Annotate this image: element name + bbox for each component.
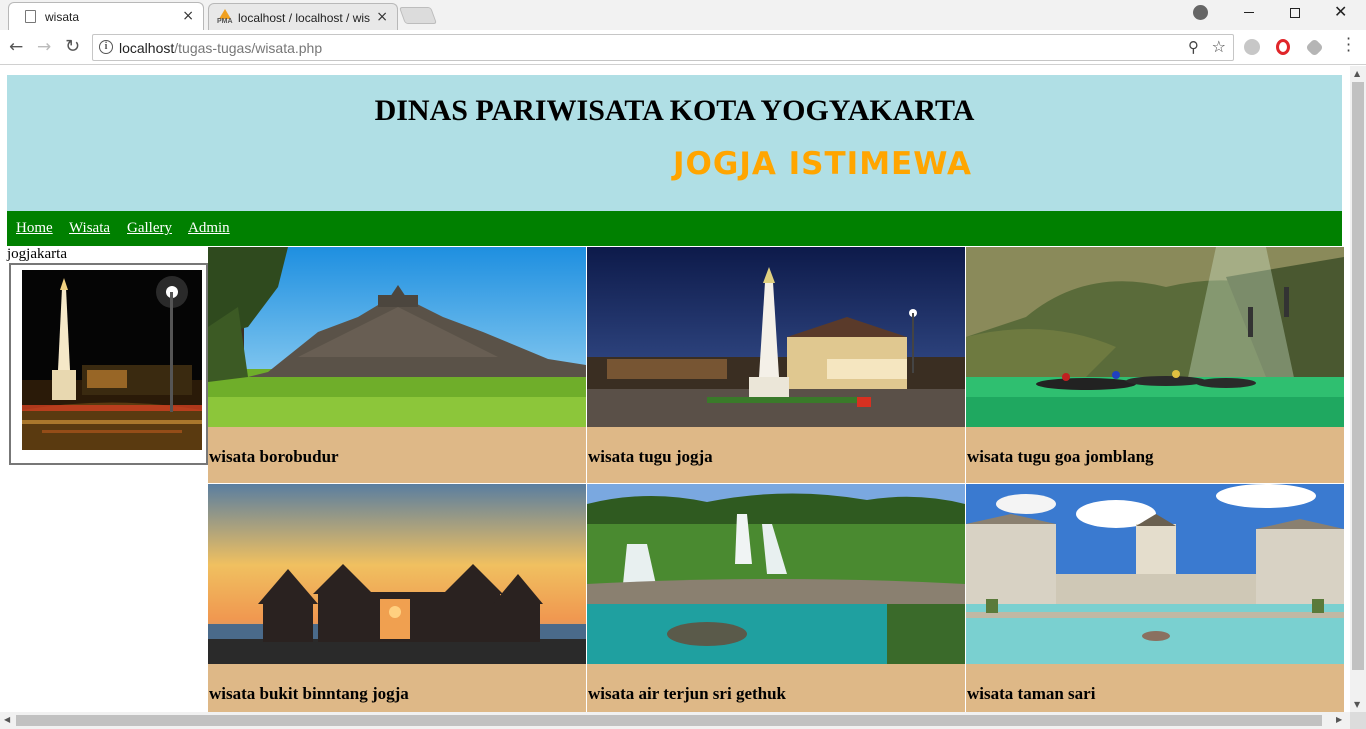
info-icon[interactable]: i [99,40,113,54]
goa-jomblang-cave-photo[interactable] [966,247,1344,427]
nav-link-gallery[interactable]: Gallery [127,220,172,237]
tab-wisata[interactable]: wisata × [8,2,204,30]
globe-icon[interactable] [1244,39,1260,55]
taman-sari-pool-photo[interactable] [966,484,1344,664]
card-caption[interactable]: wisata bukit binntang jogja [209,684,409,704]
scroll-left-icon[interactable]: ◀ [4,715,10,724]
card-caption[interactable]: wisata taman sari [967,684,1095,704]
scroll-up-icon[interactable]: ▲ [1354,69,1360,78]
back-icon[interactable]: ← [9,37,23,57]
nav-link-admin[interactable]: Admin [188,220,230,237]
scrollbar-thumb[interactable] [16,715,1322,726]
sidebar-frame [9,263,208,465]
card-caption[interactable]: wisata tugu goa jomblang [967,447,1154,467]
borobudur-temple-photo[interactable] [208,247,586,427]
nav-link-home[interactable]: Home [16,220,53,237]
scroll-right-icon[interactable]: ▶ [1336,715,1342,724]
tugu-monument-photo[interactable] [587,247,965,427]
tab-phpmyadmin[interactable]: PMA localhost / localhost / wisata × [208,3,398,31]
address-bar[interactable]: i localhost/tugas-tugas/wisata.php ⚲ ☆ [92,34,1234,61]
destination-card[interactable]: wisata tugu goa jomblang [966,247,1344,483]
forward-icon[interactable]: → [37,37,51,57]
sri-gethuk-waterfall-photo[interactable] [587,484,965,664]
zoom-icon[interactable]: ⚲ [1188,38,1199,56]
page-icon [25,10,36,23]
new-tab-button[interactable] [398,7,438,24]
destination-card[interactable]: wisata bukit binntang jogja [208,484,586,712]
main-nav: Home Wisata Gallery Admin [7,211,1342,246]
reload-icon[interactable]: ↻ [65,36,80,57]
tab-title: localhost / localhost / wisata [238,11,370,25]
tugu-jogja-night-photo [22,270,202,450]
nav-link-wisata[interactable]: Wisata [69,220,110,237]
sidebar-title: jogjakarta [7,246,67,262]
site-header: DINAS PARIWISATA KOTA YOGYAKARTA JOGJA I… [7,75,1342,211]
scrollbar-thumb[interactable] [1352,82,1364,670]
card-caption[interactable]: wisata tugu jogja [588,447,713,467]
tab-title: wisata [45,10,80,24]
scrollbar-corner [1350,712,1366,729]
ratu-boko-sunset-photo[interactable] [208,484,586,664]
destination-card[interactable]: wisata air terjun sri gethuk [587,484,965,712]
close-window-button[interactable]: ✕ [1334,2,1347,21]
extension-icon[interactable] [1305,38,1324,57]
opera-icon[interactable] [1276,39,1290,55]
page-title: DINAS PARIWISATA KOTA YOGYAKARTA [374,94,975,127]
menu-icon[interactable]: · · · [1346,31,1351,59]
tab-strip: wisata × PMA localhost / localhost / wis… [0,0,1366,31]
scroll-down-icon[interactable]: ▼ [1354,700,1360,709]
minimize-button[interactable] [1244,12,1254,13]
star-icon[interactable]: ☆ [1212,37,1226,56]
phpmyadmin-icon: PMA [217,9,233,25]
profile-icon[interactable] [1193,5,1208,20]
vertical-scrollbar[interactable]: ▲ ▼ [1350,66,1366,712]
destination-card[interactable]: wisata borobudur [208,247,586,483]
card-caption[interactable]: wisata air terjun sri gethuk [588,684,786,704]
maximize-button[interactable] [1290,8,1300,18]
close-tab-icon[interactable]: × [182,8,194,24]
destination-card[interactable]: wisata tugu jogja [587,247,965,483]
page-viewport: DINAS PARIWISATA KOTA YOGYAKARTA JOGJA I… [0,66,1350,712]
url-text[interactable]: localhost/tugas-tugas/wisata.php [119,40,322,56]
destination-card[interactable]: wisata taman sari [966,484,1344,712]
horizontal-scrollbar[interactable]: ◀ ▶ [0,712,1350,729]
site-tagline: JOGJA ISTIMEWA [673,146,973,182]
browser-toolbar: ← → ↻ i localhost/tugas-tugas/wisata.php… [0,30,1366,65]
card-caption[interactable]: wisata borobudur [209,447,339,467]
close-tab-icon[interactable]: × [376,9,388,25]
